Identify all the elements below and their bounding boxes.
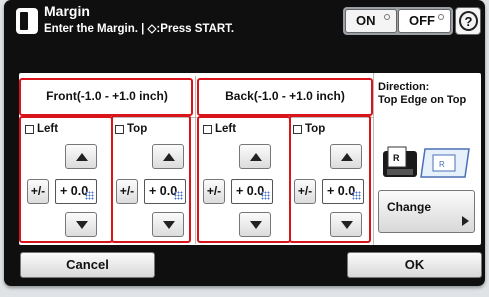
plus-minus-icon: +/- (119, 184, 135, 198)
help-icon: ? (459, 11, 478, 31)
front-left-increase-button[interactable] (65, 144, 97, 169)
back-top-value-field[interactable]: + 0.0 (322, 179, 364, 204)
on-label: ON (356, 13, 376, 28)
help-button[interactable]: ? (455, 7, 481, 35)
front-left-label: Left (37, 123, 59, 135)
on-button[interactable]: ON (345, 9, 397, 33)
plus-minus-icon: +/- (30, 184, 46, 198)
cancel-button[interactable]: Cancel (20, 252, 155, 278)
front-left-checkbox[interactable]: Left (25, 123, 58, 135)
keypad-icon (261, 191, 270, 200)
svg-text:R: R (393, 153, 400, 163)
divider (21, 117, 373, 118)
back-left-decrease-button[interactable] (239, 212, 271, 237)
back-left-label: Left (215, 123, 237, 135)
front-left-sign-button[interactable]: +/- (27, 179, 49, 204)
keypad-icon (174, 191, 183, 200)
ok-button[interactable]: OK (347, 252, 482, 278)
front-top-sign-button[interactable]: +/- (116, 179, 138, 204)
margin-icon (16, 8, 38, 34)
front-left-value-field[interactable]: + 0.0 (55, 179, 97, 204)
screen: Margin Enter the Margin. | ◇:Press START… (0, 0, 489, 297)
arrow-down-icon (250, 221, 262, 229)
back-top-value: + 0.0 (327, 184, 356, 198)
back-left-value-field[interactable]: + 0.0 (231, 179, 273, 204)
checkbox-icon (293, 124, 302, 134)
orientation-icon: R R (383, 146, 470, 178)
front-top-value: + 0.0 (149, 184, 178, 198)
back-top-decrease-button[interactable] (330, 212, 362, 237)
back-top-sign-button[interactable]: +/- (294, 179, 316, 204)
front-top-value-field[interactable]: + 0.0 (144, 179, 186, 204)
back-top-checkbox[interactable]: Top (293, 123, 325, 135)
back-section-label: Back(-1.0 - +1.0 inch) (225, 89, 345, 103)
change-label: Change (387, 200, 432, 214)
front-top-increase-button[interactable] (152, 144, 184, 169)
arrow-up-icon (250, 153, 262, 161)
front-section-label: Front(-1.0 - +1.0 inch) (46, 89, 168, 103)
arrow-down-icon (163, 221, 175, 229)
off-label: OFF (409, 13, 435, 28)
direction-label: Direction: Top Edge on Top (378, 81, 467, 106)
back-left-checkbox[interactable]: Left (203, 123, 236, 135)
margin-settings: Front(-1.0 - +1.0 inch) Back(-1.0 - +1.0… (19, 73, 481, 245)
back-top-increase-button[interactable] (330, 144, 362, 169)
back-left-sign-button[interactable]: +/- (203, 179, 225, 204)
arrow-down-icon (76, 221, 88, 229)
off-indicator-icon (438, 14, 444, 20)
back-top-label: Top (305, 123, 326, 135)
arrow-up-icon (341, 153, 353, 161)
control-panel: Margin Enter the Margin. | ◇:Press START… (4, 0, 485, 286)
svg-text:R: R (439, 160, 445, 169)
keypad-icon (352, 191, 361, 200)
divider (195, 76, 196, 244)
keypad-icon (85, 191, 94, 200)
arrow-up-icon (76, 153, 88, 161)
divider (373, 73, 374, 245)
arrow-up-icon (163, 153, 175, 161)
change-direction-button[interactable]: Change (378, 190, 475, 233)
on-indicator-icon (384, 14, 390, 20)
instruction-text: Enter the Margin. | ◇:Press START. (44, 23, 235, 35)
back-left-increase-button[interactable] (239, 144, 271, 169)
chevron-right-icon (462, 216, 469, 226)
arrow-down-icon (341, 221, 353, 229)
checkbox-icon (203, 124, 212, 134)
off-button[interactable]: OFF (398, 9, 451, 33)
plus-minus-icon: +/- (206, 184, 222, 198)
front-left-value: + 0.0 (60, 184, 89, 198)
front-top-checkbox[interactable]: Top (115, 123, 147, 135)
back-left-value: + 0.0 (236, 184, 265, 198)
front-left-decrease-button[interactable] (65, 212, 97, 237)
plus-minus-icon: +/- (297, 184, 313, 198)
page-title: Margin (44, 3, 90, 19)
checkbox-icon (115, 124, 124, 134)
checkbox-icon (25, 124, 34, 134)
front-top-decrease-button[interactable] (152, 212, 184, 237)
on-off-toggle: ON OFF (343, 7, 453, 35)
front-top-label: Top (127, 123, 148, 135)
